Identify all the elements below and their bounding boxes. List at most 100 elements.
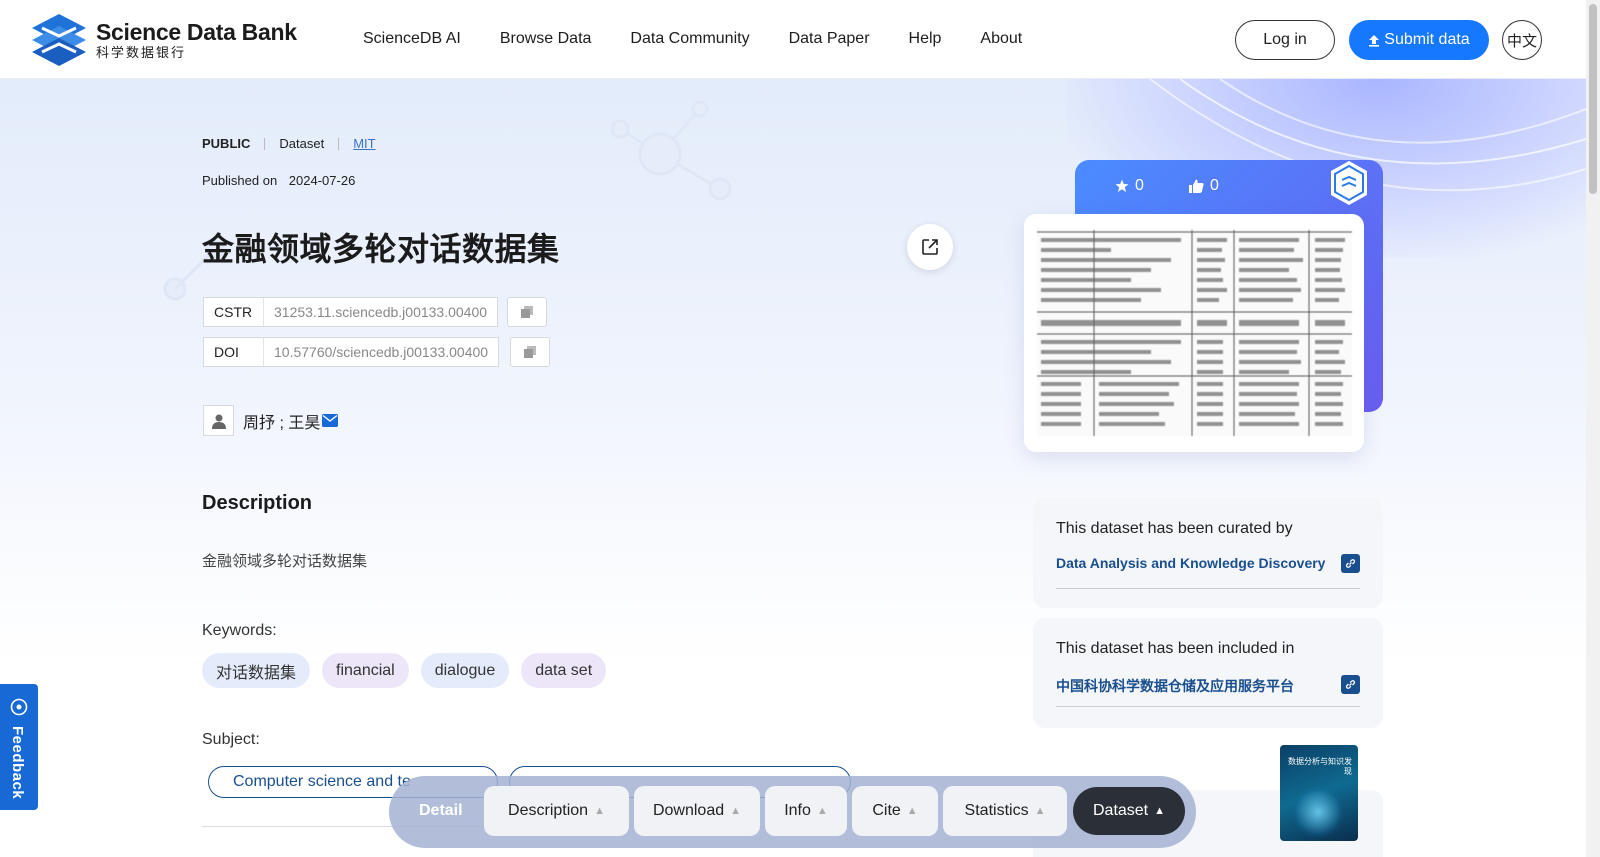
copy-doi-button[interactable] bbox=[510, 337, 550, 367]
thumbs-up-icon bbox=[1189, 179, 1204, 193]
journal-cover-image[interactable]: 数据分析与知识发现 bbox=[1280, 745, 1358, 841]
cstr-label: CSTR bbox=[204, 298, 264, 326]
chevron-up-icon: ▲ bbox=[906, 805, 918, 817]
keyword-chip[interactable]: financial bbox=[322, 653, 409, 688]
logo-title: Science Data Bank bbox=[96, 19, 297, 45]
tab-label: Statistics bbox=[964, 802, 1029, 819]
license-link[interactable]: MIT bbox=[353, 136, 375, 151]
doi-value: 10.57760/sciencedb.j00133.00400 bbox=[274, 344, 489, 360]
star-count[interactable]: 0 bbox=[1115, 177, 1144, 195]
chevron-up-icon: ▲ bbox=[816, 805, 828, 817]
nav-help[interactable]: Help bbox=[909, 30, 942, 48]
top-header: Science Data Bank 科学数据银行 ScienceDB AI Br… bbox=[0, 0, 1586, 79]
tab-download[interactable]: Download ▲ bbox=[634, 786, 760, 836]
feedback-label: Feedback bbox=[9, 726, 26, 800]
mail-icon[interactable] bbox=[322, 414, 339, 427]
feedback-icon bbox=[10, 698, 28, 716]
visibility-label: PUBLIC bbox=[202, 136, 251, 151]
dataset-preview-card[interactable] bbox=[1024, 214, 1364, 452]
submit-data-label: Submit data bbox=[1384, 31, 1470, 48]
doi-label: DOI bbox=[204, 338, 264, 366]
like-count[interactable]: 0 bbox=[1189, 177, 1219, 195]
nav-about[interactable]: About bbox=[980, 30, 1022, 48]
published-date: Published on 2024-07-26 bbox=[202, 173, 355, 188]
tab-dataset[interactable]: Dataset ▲ bbox=[1073, 787, 1185, 835]
keyword-chip[interactable]: data set bbox=[521, 653, 607, 688]
chevron-up-icon: ▲ bbox=[730, 805, 742, 817]
card-divider bbox=[1056, 706, 1360, 707]
copy-icon bbox=[521, 306, 533, 318]
chevron-up-icon: ▲ bbox=[1154, 805, 1166, 817]
dataset-title: 金融领域多轮对话数据集 bbox=[202, 231, 560, 267]
journal-cover-graphic bbox=[1290, 787, 1346, 837]
meta-divider bbox=[264, 137, 266, 150]
keyword-list: 对话数据集 financial dialogue data set bbox=[202, 653, 618, 688]
sciencedb-badge-icon bbox=[1331, 161, 1367, 205]
user-icon bbox=[211, 414, 226, 429]
meta-divider bbox=[338, 137, 340, 150]
subject-label: Subject: bbox=[202, 731, 260, 748]
keyword-chip[interactable]: dialogue bbox=[420, 653, 510, 688]
curated-by-link[interactable]: Data Analysis and Knowledge Discovery bbox=[1056, 555, 1325, 571]
external-link-icon bbox=[922, 239, 938, 255]
chevron-up-icon: ▲ bbox=[1034, 805, 1046, 817]
tab-description[interactable]: Description ▲ bbox=[484, 786, 629, 836]
author-avatar bbox=[203, 405, 234, 436]
curated-by-text: This dataset has been curated by bbox=[1056, 520, 1293, 537]
tab-label: Description bbox=[508, 802, 589, 819]
star-icon bbox=[1115, 179, 1129, 192]
description-heading: Description bbox=[202, 492, 313, 514]
published-label: Published on bbox=[202, 173, 278, 188]
description-text: 金融领域多轮对话数据集 bbox=[202, 553, 368, 570]
included-in-text: This dataset has been included in bbox=[1056, 640, 1295, 657]
authors-row: 周抒 ; 王昊 bbox=[203, 405, 339, 436]
submit-data-button[interactable]: Submit data bbox=[1349, 20, 1489, 60]
curated-by-card: This dataset has been curated by Data An… bbox=[1033, 498, 1383, 608]
tab-label: Info bbox=[784, 802, 811, 819]
tab-label: Dataset bbox=[1092, 802, 1149, 819]
author-names[interactable]: 周抒 ; 王昊 bbox=[243, 409, 320, 433]
keyword-chip[interactable]: 对话数据集 bbox=[202, 653, 311, 688]
included-in-card: This dataset has been included in 中国科协科学… bbox=[1033, 618, 1383, 728]
tab-cite[interactable]: Cite ▲ bbox=[852, 786, 938, 836]
main-nav: ScienceDB AI Browse Data Data Community … bbox=[363, 30, 1061, 48]
language-toggle[interactable]: 中文 bbox=[1502, 20, 1542, 60]
logo-subtitle: 科学数据银行 bbox=[96, 45, 187, 60]
nav-browse-data[interactable]: Browse Data bbox=[500, 30, 592, 48]
included-in-link[interactable]: 中国科协科学数据仓储及应用服务平台 bbox=[1056, 676, 1294, 696]
published-value: 2024-07-26 bbox=[288, 173, 356, 188]
star-count-value: 0 bbox=[1135, 177, 1144, 194]
tab-bar-title: Detail bbox=[419, 802, 463, 819]
copy-cstr-button[interactable] bbox=[507, 297, 547, 327]
tab-label: Download bbox=[652, 802, 725, 819]
tab-info[interactable]: Info ▲ bbox=[765, 786, 847, 836]
tab-statistics[interactable]: Statistics ▲ bbox=[943, 786, 1067, 836]
tab-label: Cite bbox=[872, 802, 901, 819]
page-scrollbar[interactable] bbox=[1586, 0, 1600, 857]
card-divider bbox=[1056, 588, 1360, 589]
doi-field: DOI 10.57760/sciencedb.j00133.00400 bbox=[203, 337, 500, 367]
link-icon[interactable] bbox=[1341, 675, 1360, 694]
nav-sciencedb-ai[interactable]: ScienceDB AI bbox=[363, 30, 461, 48]
cstr-field: CSTR 31253.11.sciencedb.j00133.00400 bbox=[203, 297, 499, 327]
dataset-meta: PUBLIC Dataset MIT bbox=[202, 136, 376, 151]
keywords-label: Keywords: bbox=[202, 622, 277, 639]
nav-data-community[interactable]: Data Community bbox=[630, 30, 749, 48]
like-count-value: 0 bbox=[1210, 177, 1219, 194]
dataset-preview-image bbox=[1037, 230, 1352, 436]
login-button[interactable]: Log in bbox=[1235, 20, 1335, 60]
upload-icon bbox=[1369, 34, 1380, 47]
copy-icon bbox=[524, 346, 536, 358]
feedback-tab[interactable]: Feedback bbox=[0, 684, 38, 810]
scrollbar-thumb[interactable] bbox=[1589, 4, 1597, 194]
nav-data-paper[interactable]: Data Paper bbox=[789, 30, 870, 48]
type-label: Dataset bbox=[279, 136, 325, 151]
site-logo[interactable]: Science Data Bank 科学数据银行 bbox=[30, 12, 297, 68]
journal-title: 数据分析与知识发现 bbox=[1288, 757, 1352, 776]
logo-icon bbox=[32, 14, 86, 66]
cstr-value: 31253.11.sciencedb.j00133.00400 bbox=[274, 304, 488, 320]
chevron-up-icon: ▲ bbox=[594, 805, 605, 817]
detail-tab-bar: Detail Description ▲ Download ▲ Info ▲ Cite… bbox=[389, 776, 1196, 848]
share-button[interactable] bbox=[907, 224, 953, 270]
link-icon[interactable] bbox=[1341, 554, 1360, 573]
